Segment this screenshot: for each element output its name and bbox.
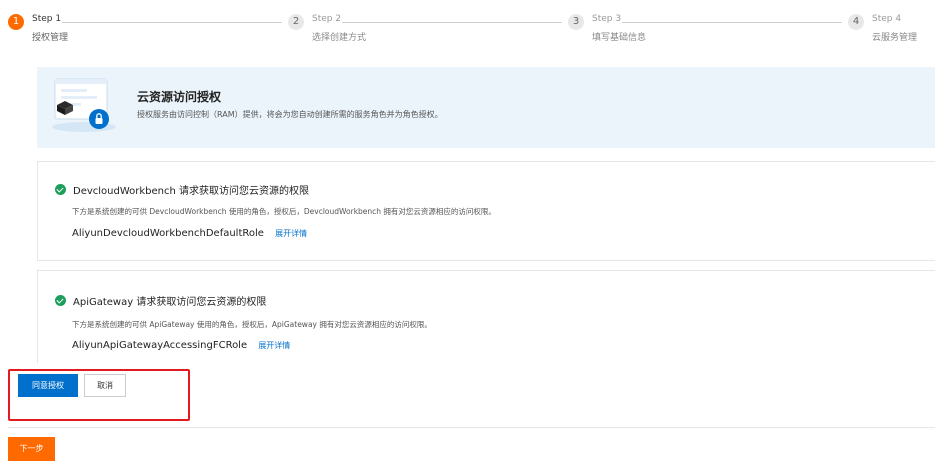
- banner-title: 云资源访问授权: [137, 90, 222, 104]
- step-4-subtitle: 云服务管理: [872, 33, 918, 43]
- role-row: AliyunApiGatewayAccessingFCRole 展开详情: [72, 340, 290, 351]
- expand-details-link[interactable]: 展开详情: [258, 341, 290, 350]
- step-connector: [342, 22, 562, 23]
- permission-heading: ApiGateway 请求获取访问您云资源的权限: [55, 293, 266, 308]
- banner-description: 授权服务由访问控制（RAM）提供，将会为您自动创建所需的服务角色并为角色授权。: [137, 110, 443, 119]
- role-name: AliyunDevcloudWorkbenchDefaultRole: [72, 228, 264, 239]
- step-3-title: Step 3: [592, 14, 622, 24]
- divider: [8, 427, 935, 428]
- step-3-number: 3: [568, 14, 584, 30]
- permission-description: 下方是系统创建的可供 DevcloudWorkbench 使用的角色，授权后，D…: [72, 207, 496, 216]
- check-circle-icon: [55, 184, 66, 195]
- permission-card-apigateway: ApiGateway 请求获取访问您云资源的权限 下方是系统创建的可供 ApiG…: [37, 270, 935, 363]
- step-1-subtitle: 授权管理: [32, 33, 69, 43]
- step-connector: [622, 22, 842, 23]
- role-name: AliyunApiGatewayAccessingFCRole: [72, 340, 248, 351]
- permission-heading-text: DevcloudWorkbench 请求获取访问您云资源的权限: [73, 186, 310, 197]
- step-4-number: 4: [848, 14, 864, 30]
- cancel-button[interactable]: 取消: [84, 374, 126, 397]
- step-3-subtitle: 填写基础信息: [592, 33, 647, 43]
- step-2-title: Step 2: [312, 14, 342, 24]
- cloud-access-illustration-icon: [52, 78, 116, 132]
- permission-card-devcloud: DevcloudWorkbench 请求获取访问您云资源的权限 下方是系统创建的…: [37, 161, 935, 261]
- permission-heading: DevcloudWorkbench 请求获取访问您云资源的权限: [55, 182, 309, 197]
- check-circle-icon: [55, 295, 66, 306]
- step-1-title: Step 1: [32, 14, 62, 24]
- steps-bar: 1 Step 1 授权管理 2 Step 2 选择创建方式 3 Step 3 填…: [0, 12, 935, 52]
- step-connector: [62, 22, 282, 23]
- expand-details-link[interactable]: 展开详情: [275, 229, 307, 238]
- step-2-subtitle: 选择创建方式: [312, 33, 367, 43]
- step-2-number: 2: [288, 14, 304, 30]
- step-4-title: Step 4: [872, 14, 902, 24]
- permission-heading-text: ApiGateway 请求获取访问您云资源的权限: [73, 297, 267, 308]
- next-step-button[interactable]: 下一步: [8, 437, 55, 461]
- permission-description: 下方是系统创建的可供 ApiGateway 使用的角色，授权后，ApiGatew…: [72, 320, 432, 329]
- authorization-banner: 云资源访问授权 授权服务由访问控制（RAM）提供，将会为您自动创建所需的服务角色…: [37, 67, 935, 148]
- step-1-number: 1: [8, 14, 24, 30]
- agree-authorize-button[interactable]: 同意授权: [18, 374, 78, 397]
- role-row: AliyunDevcloudWorkbenchDefaultRole 展开详情: [72, 228, 307, 239]
